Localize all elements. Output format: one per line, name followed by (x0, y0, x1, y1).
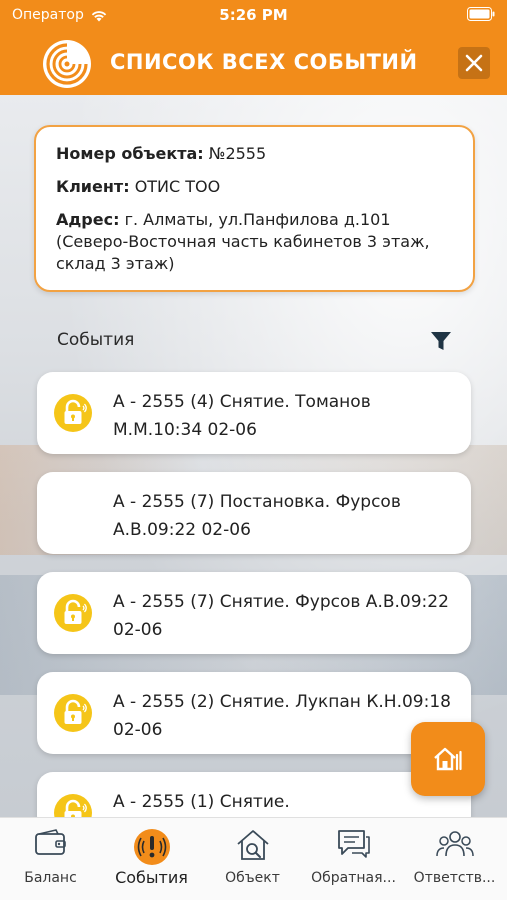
home-signal-button[interactable] (411, 722, 485, 796)
chat-icon (337, 830, 370, 858)
tab-label: Обратная... (311, 870, 396, 886)
events-section-title: События (57, 330, 135, 350)
object-number-value: №2555 (208, 144, 267, 163)
object-number-label: Номер объекта: (56, 144, 204, 163)
home-signal-icon (434, 747, 462, 771)
address: Адрес: г. Алматы, ул.Панфилова д.101 (Се… (56, 209, 453, 275)
event-text: А - 2555 (7) Снятие. Фурсов А.В.09:22 02… (113, 592, 449, 640)
house-search-icon (236, 830, 269, 860)
tab-label: Объект (225, 870, 280, 886)
client-value: ОТИС ТОО (134, 177, 221, 196)
people-icon (435, 831, 474, 857)
tab-bar: Баланс События Объект Обратная... Ответс… (0, 817, 507, 900)
tab-responsible[interactable]: Ответств... (404, 818, 505, 900)
company-logo-icon (43, 40, 91, 88)
clock: 5:26 PM (219, 6, 288, 24)
tab-label: События (115, 868, 188, 887)
event-text: А - 2555 (4) Снятие. Томанов М.М.10:34 0… (113, 392, 371, 440)
unlock-icon (54, 594, 92, 632)
event-card[interactable]: А - 2555 (4) Снятие. Томанов М.М.10:34 0… (37, 372, 471, 454)
event-card[interactable]: А - 2555 (7) Снятие. Фурсов А.В.09:22 02… (37, 572, 471, 654)
alarm-icon (133, 829, 170, 865)
tab-object[interactable]: Объект (202, 818, 303, 900)
tab-balance[interactable]: Баланс (0, 818, 101, 900)
tab-label: Баланс (24, 870, 77, 886)
event-card[interactable]: А - 2555 (7) Постановка. Фурсов А.В.09:2… (37, 472, 471, 554)
client-label: Клиент: (56, 177, 130, 196)
battery-icon (467, 7, 495, 21)
address-label: Адрес: (56, 210, 120, 229)
tab-label: Ответств... (413, 870, 496, 886)
close-button[interactable] (458, 47, 490, 79)
close-icon (465, 54, 483, 72)
event-card[interactable]: А - 2555 (2) Снятие. Лукпан К.Н.09:18 02… (37, 672, 471, 754)
tab-feedback[interactable]: Обратная... (303, 818, 404, 900)
object-info-card: Номер объекта: №2555 Клиент: ОТИС ТОО Ад… (34, 125, 475, 292)
status-bar: Оператор 5:26 PM (0, 0, 507, 30)
filter-icon[interactable] (430, 330, 452, 352)
tab-events[interactable]: События (101, 818, 202, 900)
event-text: А - 2555 (7) Постановка. Фурсов А.В.09:2… (113, 492, 401, 540)
client: Клиент: ОТИС ТОО (56, 176, 453, 198)
unlock-icon (54, 394, 92, 432)
object-number: Номер объекта: №2555 (56, 143, 453, 165)
event-text: А - 2555 (1) Снятие. (113, 792, 290, 812)
app-header: Оператор 5:26 PM СПИСОК ВСЕХ СОБЫТИЙ (0, 0, 507, 95)
title-bar: СПИСОК ВСЕХ СОБЫТИЙ (0, 30, 507, 95)
page-title: СПИСОК ВСЕХ СОБЫТИЙ (110, 50, 418, 74)
wallet-icon (34, 829, 66, 855)
unlock-icon (54, 694, 92, 732)
